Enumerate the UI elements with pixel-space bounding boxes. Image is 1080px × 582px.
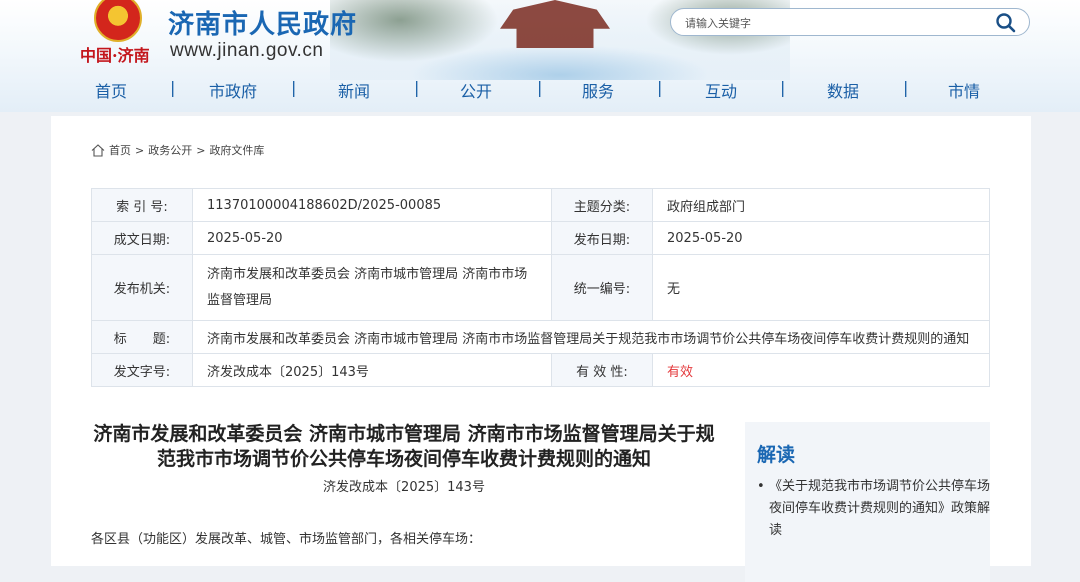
interpretation-panel: 解读 《关于规范我市市场调节价公共停车场夜间停车收费计费规则的通知》政策解读 — [745, 422, 990, 582]
meta-label: 有 效 性: — [551, 353, 653, 387]
meta-docno-value: 济发改成本〔2025〕143号 — [192, 353, 552, 387]
breadcrumb-home[interactable]: 首页 — [109, 142, 131, 158]
meta-topic-value: 政府组成部门 — [652, 188, 990, 222]
meta-label: 索 引 号: — [91, 188, 193, 222]
nav-public[interactable]: 公开 — [460, 78, 492, 102]
breadcrumb-separator: > — [135, 143, 145, 157]
breadcrumb-library[interactable]: 政府文件库 — [209, 142, 264, 158]
nav-separator: | — [657, 78, 663, 97]
main-nav: 首页 | 市政府 | 新闻 | 公开 | 服务 | 互动 | 数据 | 市情 — [0, 72, 1080, 108]
nav-service[interactable]: 服务 — [582, 78, 614, 102]
meta-unified-value: 无 — [652, 254, 990, 321]
interpretation-link[interactable]: 《关于规范我市市场调节价公共停车场夜间停车收费计费规则的通知》政策解读 — [769, 479, 990, 538]
home-icon — [91, 143, 105, 157]
search-box — [670, 8, 1030, 36]
document-salutation: 各区县（功能区）发展改革、城管、市场监管部门，各相关停车场： — [91, 532, 482, 547]
nav-separator: | — [903, 78, 909, 97]
list-item: 《关于规范我市市场调节价公共停车场夜间停车收费计费规则的通知》政策解读 — [757, 476, 991, 542]
meta-label: 成文日期: — [91, 221, 193, 255]
nav-government[interactable]: 市政府 — [209, 78, 257, 102]
document-body: 各区县（功能区）发展改革、城管、市场监管部门，各相关停车场： — [91, 527, 717, 553]
nav-separator: | — [537, 78, 543, 97]
meta-pubdate-value: 2025-05-20 — [652, 221, 990, 255]
nav-interaction[interactable]: 互动 — [705, 78, 737, 102]
meta-validity-value: 有效 — [652, 353, 990, 387]
nav-data[interactable]: 数据 — [827, 78, 859, 102]
nav-separator: | — [414, 78, 420, 97]
breadcrumb-public[interactable]: 政务公开 — [148, 142, 192, 158]
meta-label: 发布日期: — [551, 221, 653, 255]
document-number: 济发改成本〔2025〕143号 — [323, 480, 485, 495]
search-icon[interactable] — [995, 12, 1017, 34]
meta-label: 标 题: — [91, 320, 193, 354]
meta-label: 主题分类: — [551, 188, 653, 222]
document-title: 济南市发展和改革委员会 济南市城市管理局 济南市市场监督管理局关于规范我市市场调… — [93, 423, 715, 470]
search-input[interactable] — [683, 12, 987, 34]
breadcrumb-separator: > — [196, 143, 206, 157]
nav-home[interactable]: 首页 — [95, 78, 127, 102]
meta-index-value: 11370100004188602D/2025-00085 — [192, 188, 552, 222]
site-url: www.jinan.gov.cn — [170, 40, 324, 61]
meta-date-value: 2025-05-20 — [192, 221, 552, 255]
meta-issuer-value: 济南市发展和改革委员会 济南市城市管理局 济南市市场监督管理局 — [192, 254, 552, 321]
nav-separator: | — [170, 78, 176, 97]
interpretation-title: 解读 — [757, 444, 796, 466]
site-header: 中国·济南 济南市人民政府 www.jinan.gov.cn 首页 | 市政府 … — [0, 0, 1080, 112]
meta-label: 发文字号: — [91, 353, 193, 387]
nav-separator: | — [780, 78, 786, 97]
national-emblem-icon — [94, 0, 142, 42]
nav-news[interactable]: 新闻 — [338, 78, 370, 102]
breadcrumb: 首页 > 政务公开 > 政府文件库 — [91, 142, 264, 158]
site-title[interactable]: 济南市人民政府 — [168, 4, 357, 41]
document-meta-table: 索 引 号: 11370100004188602D/2025-00085 主题分… — [91, 188, 990, 387]
jinan-logo: 中国·济南 — [80, 46, 150, 65]
main-content: 首页 > 政务公开 > 政府文件库 索 引 号: 113701000041886… — [51, 116, 1031, 582]
nav-city-info[interactable]: 市情 — [948, 78, 980, 102]
meta-title-value: 济南市发展和改革委员会 济南市城市管理局 济南市市场监督管理局关于规范我市市场调… — [192, 320, 990, 354]
meta-label: 统一编号: — [551, 254, 653, 321]
nav-separator: | — [291, 78, 297, 97]
meta-label: 发布机关: — [91, 254, 193, 321]
